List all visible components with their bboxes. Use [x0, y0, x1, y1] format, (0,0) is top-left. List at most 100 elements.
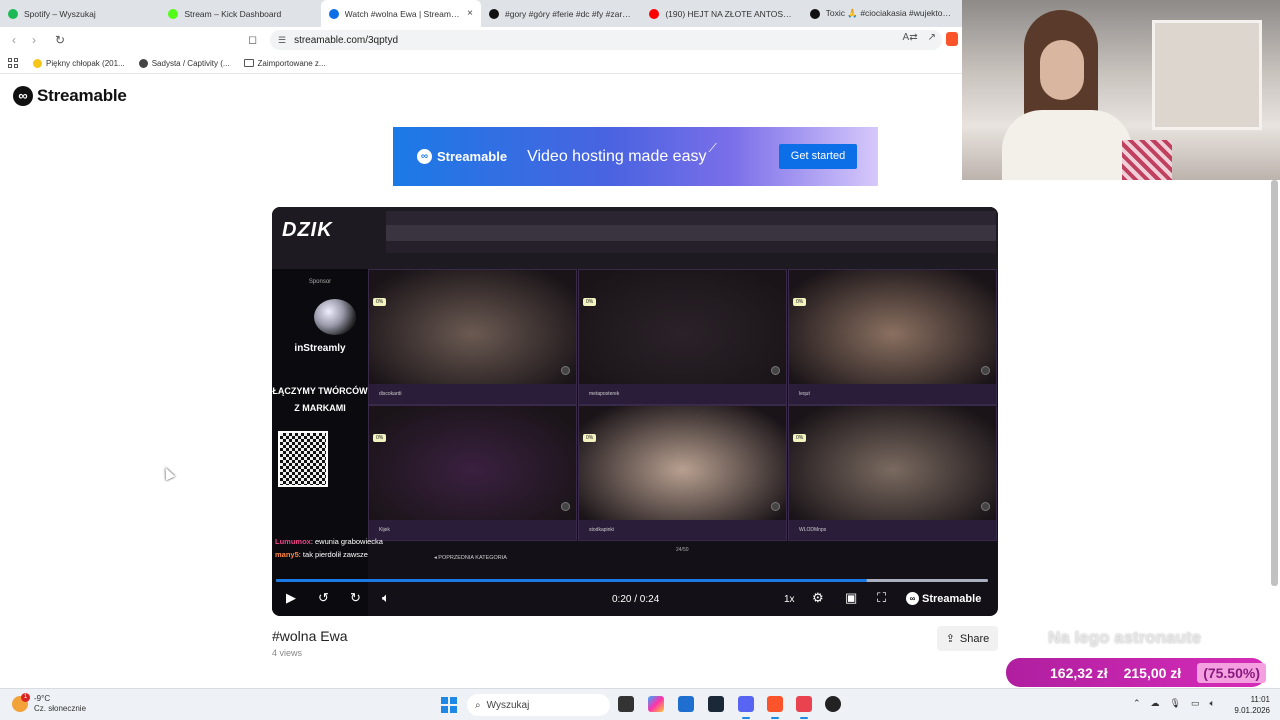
url-text: streamable.com/3qptyd — [294, 34, 399, 46]
translate-icon[interactable]: A⇄ — [903, 32, 918, 46]
video-title: #wolna Ewa — [272, 628, 348, 644]
share-icon: ⇪ — [945, 633, 955, 645]
video-counter: 24/50 — [676, 547, 689, 553]
tiktok-icon — [809, 8, 820, 19]
video-sponsor-panel: Sponsor inStreamly ŁĄCZYMY TWÓRCÓW Z MAR… — [272, 269, 368, 616]
chat-text: : ewunia grabowiecka — [310, 537, 383, 546]
stream-goal-title: Na lego astronaute — [1048, 628, 1202, 647]
site-info-icon[interactable]: ☰ — [278, 35, 286, 46]
picture-in-picture-icon[interactable]: ▣ — [845, 590, 857, 606]
streamable-logo-icon: ∞ — [417, 149, 432, 164]
video-camera-grid: 0% discokardi 0% metaposterek 0% lequt 0% Kijek… — [368, 269, 998, 541]
fullscreen-icon[interactable]: ⛶ — [877, 590, 886, 606]
get-started-button[interactable]: Get started — [779, 144, 857, 169]
weather-badge: 1 — [21, 693, 30, 702]
url-field[interactable]: ☰ streamable.com/3qptyd — [270, 30, 942, 50]
sponsor-label: Sponsor — [308, 279, 332, 285]
share-page-icon[interactable]: ↗ — [928, 32, 936, 46]
forward-skip-icon[interactable]: ↻ — [350, 590, 361, 606]
system-tray: ⌃ ☁︎ 🎙︎ ▭ 🔈︎ — [1133, 698, 1215, 709]
emoji-icon — [33, 58, 42, 68]
play-icon[interactable]: ▶ — [286, 590, 296, 606]
settings-gear-icon[interactable]: ⚙︎ — [812, 590, 824, 606]
store-icon[interactable] — [678, 696, 694, 712]
mic-icon[interactable]: 🎙︎ — [1170, 698, 1181, 709]
page-scrollbar[interactable] — [1271, 180, 1278, 586]
video-url-bar — [386, 225, 996, 241]
browser-tab[interactable]: Toxic 🙏 #ciociakasia #wujektoxic... — [802, 0, 962, 27]
player-controls: ▶ ↺ ↻ 🔈︎ 0:20 / 0:24 1x ⚙︎ ▣ ⛶ ∞ Streama… — [272, 588, 998, 612]
video-player[interactable]: DZIK Sponsor inStreamly ŁĄCZYMY TWÓRCÓW … — [272, 207, 998, 616]
clock[interactable]: 11:01 9.01.2026 — [1228, 694, 1270, 716]
sponsor-orb-image — [314, 299, 356, 335]
progress-bar[interactable] — [276, 579, 988, 582]
back-icon[interactable]: ‹ — [4, 33, 24, 47]
browser-tab[interactable]: #gory #góry #ferie #dc #fy #zaręczy... — [481, 0, 641, 27]
chat-user: Lumumox — [275, 537, 311, 546]
bookmark-icon[interactable]: ◻ — [248, 33, 257, 46]
app-icon[interactable] — [796, 696, 812, 719]
steam-icon[interactable] — [708, 696, 724, 712]
video-browser-chrome: DZIK — [272, 207, 998, 269]
reload-icon[interactable]: ↻ — [50, 33, 70, 47]
zoom-icon — [561, 366, 570, 375]
ad-banner[interactable]: ∞ Streamable Video hosting made easy ⟋ G… — [393, 127, 878, 186]
browser-tab[interactable]: Stream – Kick Dashboard — [160, 0, 320, 27]
browser-tab[interactable]: (190) HEJT NA ZŁOTE ANTOSIE!? KO... — [641, 0, 801, 27]
weather-widget[interactable]: 1 -9°C Cz. słonecznie — [12, 693, 86, 714]
taskbar-search[interactable]: ⌕ Wyszukaj — [467, 694, 610, 716]
zoom-icon — [981, 366, 990, 375]
donation-goal-bar: 162,32 zł 215,00 zł (75.50%) — [1006, 658, 1266, 687]
camera-cell: 0% Kijek — [368, 405, 577, 541]
bookmark-item[interactable]: Sadysta / Captivity (... — [138, 58, 230, 68]
speaker-icon[interactable]: 🔈︎ — [1210, 698, 1215, 709]
bookmark-item[interactable]: Zaimportowane z... — [243, 58, 326, 68]
camera-name: discokardi — [369, 384, 576, 404]
streamable-logo[interactable]: ∞ Streamable — [13, 86, 127, 106]
brave-icon[interactable] — [767, 696, 783, 719]
camera-feed — [369, 406, 576, 522]
tab-label: #gory #góry #ferie #dc #fy #zaręczy... — [504, 8, 634, 19]
qr-code — [278, 431, 328, 487]
browser-tab[interactable]: Watch #wolna Ewa | Streamable × — [320, 0, 481, 27]
camera-cell: 0% stodkapinki — [578, 405, 787, 541]
chevron-up-icon[interactable]: ⌃ — [1133, 698, 1141, 709]
bookmark-label: Zaimportowane z... — [257, 58, 326, 68]
bookmark-item[interactable]: Piękny chłopak (201... — [33, 58, 125, 68]
progress-fill — [276, 579, 867, 582]
tab-label: (190) HEJT NA ZŁOTE ANTOSIE!? KO... — [665, 8, 794, 19]
video-chat: Lumumox: ewunia grabowiecka many5: tak pi… — [272, 535, 392, 561]
copilot-icon[interactable] — [648, 696, 664, 712]
bookmark-label: Piękny chłopak (201... — [46, 58, 125, 68]
view-count: 4 views — [272, 648, 303, 658]
banner-brand-text: Streamable — [437, 149, 508, 164]
speed-button[interactable]: 1x — [784, 594, 795, 605]
apps-grid-icon[interactable] — [8, 57, 19, 69]
volume-icon[interactable]: 🔈︎ — [382, 590, 390, 606]
bookmarks-bar: Piękny chłopak (201... Sadysta / Captivi… — [0, 53, 962, 74]
camera-percent-badge: 0% — [373, 434, 387, 442]
obs-icon[interactable] — [825, 696, 841, 712]
chat-message: many5: tak pierdolił zawsze — [275, 548, 392, 561]
streamable-logo-icon: ∞ — [906, 592, 919, 605]
share-label: Share — [959, 632, 990, 645]
discord-icon[interactable] — [738, 696, 754, 719]
camera-cell: 0% WLODMnps — [788, 405, 997, 541]
browser-tab[interactable]: Spotify – Wyszukaj — [0, 0, 160, 27]
camera-cell: 0% lequt — [788, 269, 997, 405]
forward-icon[interactable]: › — [24, 33, 44, 47]
youtube-icon — [649, 8, 660, 19]
share-button[interactable]: ⇪ Share — [937, 626, 998, 651]
close-tab-icon[interactable]: × — [467, 8, 473, 19]
display-icon[interactable]: ▭ — [1191, 698, 1200, 709]
camera-feed — [579, 270, 786, 386]
address-bar: ‹ › ↻ ◻ ☰ streamable.com/3qptyd A⇄ ↗ — [0, 27, 962, 53]
player-brand[interactable]: ∞ Streamable — [906, 592, 981, 605]
network-icon[interactable]: ☁︎ — [1151, 698, 1160, 709]
rewind-icon[interactable]: ↺ — [318, 590, 329, 606]
windows-start-icon[interactable] — [441, 697, 457, 713]
file-explorer-icon[interactable] — [618, 696, 634, 712]
brave-shield-icon[interactable] — [946, 32, 958, 46]
webcam-person-body — [1002, 110, 1132, 180]
donation-current: 162,32 zł — [1050, 664, 1108, 681]
